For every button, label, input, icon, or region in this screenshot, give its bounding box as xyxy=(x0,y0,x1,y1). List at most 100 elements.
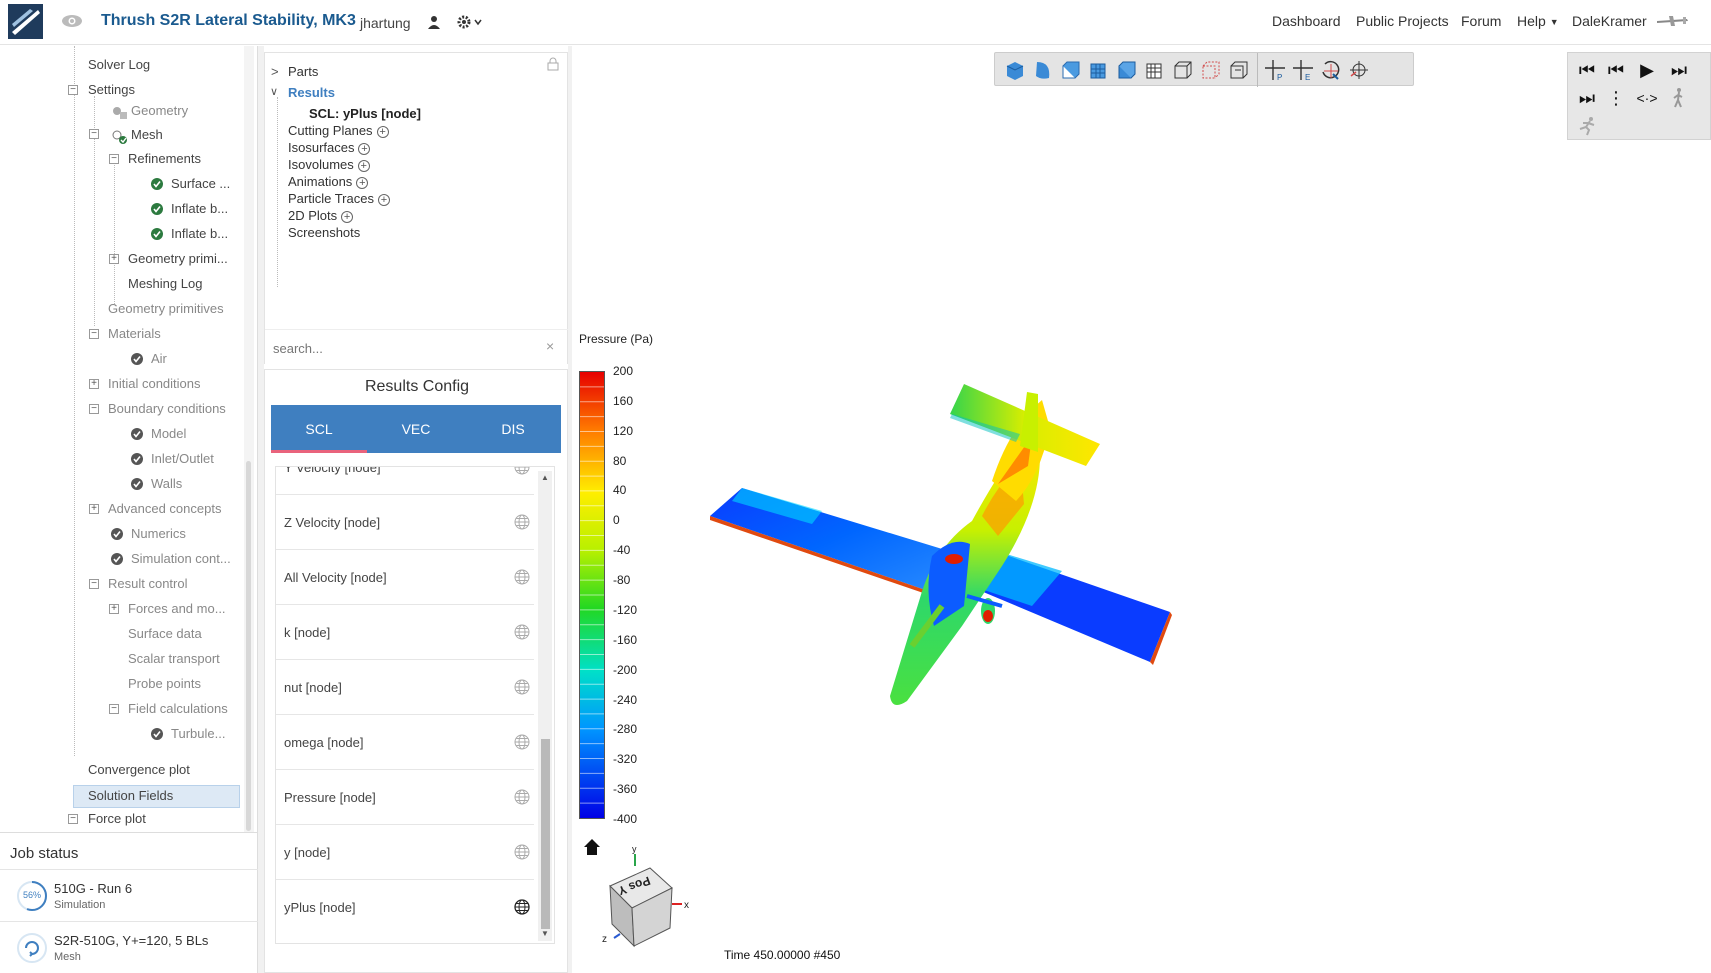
front-view-icon[interactable] xyxy=(1059,58,1083,82)
eye-icon[interactable] xyxy=(61,12,83,30)
project-owner[interactable]: jhartung xyxy=(360,15,411,31)
tree-item-simulation-control[interactable]: Simulation cont... xyxy=(131,548,231,570)
skip-to-end-icon[interactable]: ⏭ xyxy=(1574,87,1600,109)
add-circle-icon[interactable]: + xyxy=(357,159,370,172)
globe-icon[interactable] xyxy=(514,624,530,640)
target-icon[interactable] xyxy=(1347,58,1371,82)
avatar-plane-icon[interactable] xyxy=(1655,14,1689,28)
tree-item-2d-plots[interactable]: 2D Plots + xyxy=(288,207,354,224)
field-list-scrollbar-thumb[interactable] xyxy=(541,739,550,929)
tree-item-result-control[interactable]: Result control xyxy=(108,573,187,595)
tree-item-settings[interactable]: Settings xyxy=(88,79,135,101)
collapse-icon[interactable]: − xyxy=(89,579,99,589)
simscale-logo[interactable] xyxy=(8,4,43,39)
chevron-right-icon[interactable]: > xyxy=(271,63,279,80)
tree-item-convergence-plot[interactable]: Convergence plot xyxy=(88,759,190,781)
field-row[interactable]: k [node] xyxy=(276,605,534,660)
globe-icon[interactable] xyxy=(514,789,530,805)
probe-element-icon[interactable]: E xyxy=(1291,58,1315,82)
field-row[interactable]: Z Velocity [node] xyxy=(276,495,534,550)
nav-forum[interactable]: Forum xyxy=(1461,13,1501,29)
collapse-icon[interactable]: − xyxy=(109,154,119,164)
3d-viewer[interactable]: P E ⏮ ⏮ ▶ ⏭ ⏭ ⋮ <·> Pressure (Pa) Pos Y … xyxy=(572,46,1711,973)
globe-icon[interactable] xyxy=(514,514,530,530)
tree-item-turbulence[interactable]: Turbule... xyxy=(171,723,225,745)
add-circle-icon[interactable]: + xyxy=(356,176,369,189)
globe-icon[interactable] xyxy=(514,679,530,695)
tree-scrollbar-thumb[interactable] xyxy=(246,461,251,831)
pressure-contour-model[interactable] xyxy=(702,366,1172,726)
collapse-icon[interactable]: − xyxy=(68,85,78,95)
tree-item-cutting-planes[interactable]: Cutting Planes + xyxy=(288,122,389,139)
globe-icon[interactable] xyxy=(514,569,530,585)
run-icon[interactable] xyxy=(1574,115,1600,137)
skip-to-start-icon[interactable]: ⏮ xyxy=(1574,59,1600,81)
tree-item-solver-log[interactable]: Solver Log xyxy=(88,54,150,76)
nav-public-projects[interactable]: Public Projects xyxy=(1356,13,1449,29)
tree-item-mesh-geometry-primitives[interactable]: Geometry primi... xyxy=(128,248,228,270)
tree-item-advanced-concepts[interactable]: Advanced concepts xyxy=(108,498,221,520)
tree-item-solution-fields[interactable]: Solution Fields xyxy=(88,785,173,807)
collapse-icon[interactable]: − xyxy=(89,329,99,339)
tree-item-geometry-primitives[interactable]: Geometry primitives xyxy=(108,298,224,320)
collapse-icon[interactable]: − xyxy=(89,129,99,139)
field-row[interactable]: nut [node] xyxy=(276,660,534,715)
solid-view-icon[interactable] xyxy=(1003,58,1027,82)
step-forward-icon[interactable]: ⏭ xyxy=(1666,59,1692,81)
project-title[interactable]: Thrush S2R Lateral Stability, MK3 xyxy=(101,12,356,30)
tab-dis[interactable]: DIS xyxy=(465,405,561,453)
tree-item-forces-and-moments[interactable]: Forces and mo... xyxy=(128,598,226,620)
tree-item-particle-traces[interactable]: Particle Traces + xyxy=(288,190,390,207)
tree-item-scalar-transport[interactable]: Scalar transport xyxy=(128,648,220,670)
tree-item-surface-data[interactable]: Surface data xyxy=(128,623,202,645)
tree-item-animations[interactable]: Animations + xyxy=(288,173,369,190)
tree-item-scl-yplus[interactable]: SCL: yPlus [node] xyxy=(309,105,421,122)
tree-item-force-plot[interactable]: Force plot xyxy=(88,808,146,830)
tree-item-isosurfaces[interactable]: Isosurfaces + xyxy=(288,139,371,156)
expand-icon[interactable]: + xyxy=(89,379,99,389)
nav-dashboard[interactable]: Dashboard xyxy=(1272,13,1341,29)
collapse-icon[interactable]: − xyxy=(68,814,78,824)
tree-item-surface-refinement[interactable]: Surface ... xyxy=(171,173,230,195)
field-row[interactable]: y [node] xyxy=(276,825,534,880)
collapse-icon[interactable]: − xyxy=(109,704,119,714)
tree-item-walls[interactable]: Walls xyxy=(151,473,182,495)
tree-item-air[interactable]: Air xyxy=(151,348,167,370)
field-row-selected[interactable]: yPlus [node] xyxy=(276,880,534,935)
transparent-box-icon[interactable] xyxy=(1227,58,1251,82)
globe-icon[interactable] xyxy=(514,899,530,915)
globe-icon[interactable] xyxy=(514,466,530,475)
dashed-box-icon[interactable] xyxy=(1199,58,1223,82)
play-icon[interactable]: ▶ xyxy=(1634,59,1660,81)
tree-item-inlet-outlet[interactable]: Inlet/Outlet xyxy=(151,448,214,470)
field-row[interactable]: Y Velocity [node] xyxy=(276,466,534,495)
loop-icon[interactable]: <·> xyxy=(1634,87,1660,109)
grid-view-icon[interactable] xyxy=(1087,58,1111,82)
search-input[interactable] xyxy=(273,338,533,358)
smooth-view-icon[interactable] xyxy=(1031,58,1055,82)
collapse-icon[interactable]: − xyxy=(89,404,99,414)
walk-icon[interactable] xyxy=(1666,87,1692,109)
expand-icon[interactable]: + xyxy=(109,604,119,614)
user-menu[interactable]: DaleKramer xyxy=(1572,13,1647,29)
tree-item-mesh[interactable]: Mesh xyxy=(131,124,163,146)
tree-item-inflate-boundary-2[interactable]: Inflate b... xyxy=(171,223,228,245)
more-options-icon[interactable]: ⋮ xyxy=(1603,87,1629,109)
tree-item-field-calculations[interactable]: Field calculations xyxy=(128,698,228,720)
field-row[interactable]: Pressure [node] xyxy=(276,770,534,825)
add-circle-icon[interactable]: + xyxy=(376,125,389,138)
add-circle-icon[interactable]: + xyxy=(358,142,371,155)
lock-icon[interactable] xyxy=(547,57,559,71)
tree-item-meshing-log[interactable]: Meshing Log xyxy=(128,273,202,295)
mesh-view-icon[interactable] xyxy=(1143,58,1167,82)
add-circle-icon[interactable]: + xyxy=(341,210,354,223)
tree-item-numerics[interactable]: Numerics xyxy=(131,523,186,545)
close-icon[interactable]: × xyxy=(546,338,554,354)
expand-icon[interactable]: + xyxy=(109,254,119,264)
orientation-cube[interactable]: Pos Y y x z xyxy=(590,846,690,956)
field-row[interactable]: omega [node] xyxy=(276,715,534,770)
side-view-icon[interactable] xyxy=(1115,58,1139,82)
tree-item-model[interactable]: Model xyxy=(151,423,186,445)
tree-item-parts[interactable]: Parts xyxy=(288,63,318,80)
job-row-simulation[interactable]: 56% 510G - Run 6 Simulation xyxy=(0,869,258,919)
